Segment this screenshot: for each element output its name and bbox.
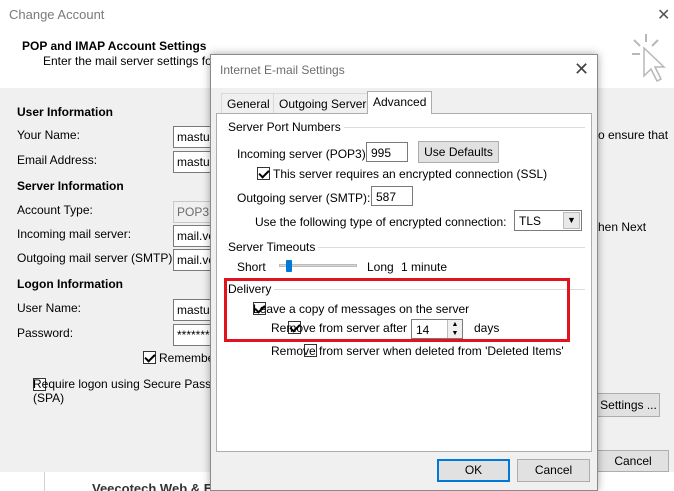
tab-outgoing-server[interactable]: Outgoing Server <box>273 93 373 114</box>
incoming-pop3-label: Incoming server (POP3): <box>237 147 370 161</box>
outgoing-port-field[interactable]: 587 <box>371 186 413 206</box>
password-label: Password: <box>17 326 74 340</box>
logon-information-heading: Logon Information <box>17 277 123 291</box>
incoming-server-label: Incoming mail server: <box>17 227 132 241</box>
encryption-type-select[interactable]: TLS ▼ <box>514 210 582 231</box>
right-next-text: hen Next <box>598 220 647 234</box>
timeout-value: 1 minute <box>401 260 448 274</box>
dialog-title: Internet E-mail Settings <box>220 63 345 77</box>
account-type-label: Account Type: <box>17 203 93 217</box>
encryption-type-value: TLS <box>519 214 542 228</box>
dialog-titlebar: Internet E-mail Settings ✕ <box>211 55 597 88</box>
server-timeouts-heading: Server Timeouts <box>228 240 319 254</box>
your-name-label: Your Name: <box>17 128 80 142</box>
dialog-close-icon[interactable]: ✕ <box>574 59 589 80</box>
advanced-tab-panel: Server Port Numbers Incoming server (POP… <box>216 113 592 452</box>
timeout-long-label: Long <box>367 260 394 274</box>
more-settings-button[interactable]: Settings ... <box>597 393 660 417</box>
timeout-slider-thumb[interactable] <box>286 260 293 272</box>
chevron-down-icon[interactable]: ▼ <box>563 212 580 229</box>
spa-label: Require logon using Secure Passw <box>33 377 220 391</box>
header-title: POP and IMAP Account Settings <box>22 39 207 53</box>
divider <box>44 472 45 491</box>
window-title: Change Account <box>9 7 105 22</box>
timeout-slider[interactable] <box>279 260 357 274</box>
cancel-button-background[interactable]: Cancel <box>597 450 669 472</box>
server-information-heading: Server Information <box>17 179 124 193</box>
ssl-label: This server requires an encrypted connec… <box>273 167 548 181</box>
incoming-port-field[interactable]: 995 <box>366 142 408 162</box>
username-label: User Name: <box>17 301 82 315</box>
tab-general[interactable]: General <box>221 93 276 114</box>
outgoing-server-label: Outgoing mail server (SMTP): <box>17 251 176 265</box>
tab-advanced[interactable]: Advanced <box>367 91 433 114</box>
dialog-cancel-button[interactable]: Cancel <box>517 459 590 482</box>
remember-password-checkbox[interactable] <box>143 351 156 364</box>
close-icon[interactable]: ✕ <box>657 5 670 25</box>
ok-button[interactable]: OK <box>437 459 510 482</box>
mouse-click-icon <box>632 34 666 83</box>
email-label: Email Address: <box>17 153 98 167</box>
user-information-heading: User Information <box>17 105 114 119</box>
delivery-highlight-box <box>224 278 570 342</box>
header-subtitle: Enter the mail server settings for y <box>43 54 226 68</box>
ssl-checkbox[interactable] <box>257 167 270 180</box>
outgoing-smtp-label: Outgoing server (SMTP): <box>237 191 371 205</box>
timeout-short-label: Short <box>237 260 266 274</box>
internet-email-settings-dialog: Internet E-mail Settings ✕ General Outgo… <box>210 54 598 491</box>
spa-label-line2: (SPA) <box>33 391 65 405</box>
encryption-type-label: Use the following type of encrypted conn… <box>255 215 507 229</box>
remove-deleted-label: Remove from server when deleted from 'De… <box>271 344 564 358</box>
use-defaults-button[interactable]: Use Defaults <box>418 141 499 163</box>
server-port-heading: Server Port Numbers <box>228 120 344 134</box>
right-hint-text: o ensure that <box>598 128 669 142</box>
